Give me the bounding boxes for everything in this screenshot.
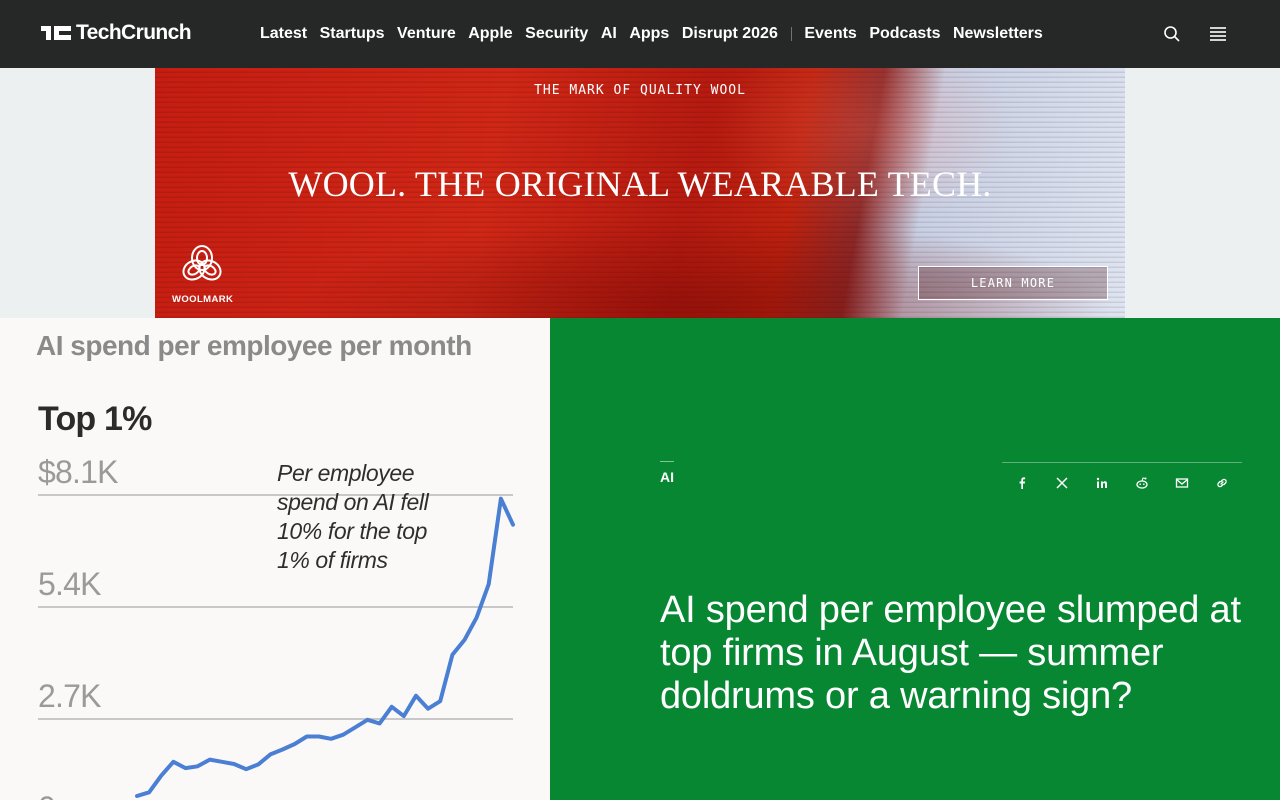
share-bar (1002, 462, 1242, 502)
link-icon[interactable] (1215, 476, 1229, 490)
x-icon[interactable] (1055, 476, 1069, 490)
menu-icon[interactable] (1208, 24, 1228, 44)
hero-article-panel: AI AI spend per employee slumped at top … (550, 318, 1280, 800)
ad-headline: WOOL. THE ORIGINAL WEARABLE TECH. (288, 164, 992, 204)
nav-item-apps[interactable]: Apps (629, 25, 669, 43)
techcrunch-logo[interactable]: TechCrunch (41, 21, 192, 44)
search-icon[interactable] (1162, 24, 1182, 44)
woolmark-icon (182, 245, 222, 281)
linkedin-icon[interactable] (1095, 476, 1109, 490)
chart-title: AI spend per employee per month (36, 330, 472, 361)
nav-item-disrupt[interactable]: Disrupt 2026 (682, 25, 778, 43)
techcrunch-logo-icon (41, 26, 71, 40)
woolmark-ad[interactable]: THE MARK OF QUALITY WOOL WOOL. THE ORIGI… (155, 68, 1125, 318)
nav-item-latest[interactable]: Latest (260, 25, 307, 43)
chart-annotation-line: 1% of firms (277, 547, 389, 573)
woolmark-logo: WOOLMARK (172, 242, 234, 305)
article-headline[interactable]: AI spend per employee slumped at top fir… (660, 589, 1260, 718)
hero-chart-image: AI spend per employee per month Top 1% $… (0, 318, 550, 800)
nav-item-apple[interactable]: Apple (468, 25, 512, 43)
facebook-icon[interactable] (1015, 476, 1029, 490)
nav-item-ai[interactable]: AI (601, 25, 617, 43)
nav-divider (791, 27, 793, 41)
email-icon[interactable] (1175, 476, 1189, 490)
woolmark-brand-text: WOOLMARK (172, 294, 234, 305)
category-link[interactable]: AI (660, 461, 674, 485)
ad-tagline: THE MARK OF QUALITY WOOL (534, 83, 746, 98)
y-tick-label: 5.4K (38, 566, 101, 602)
nav-item-startups[interactable]: Startups (320, 25, 385, 43)
nav-item-venture[interactable]: Venture (397, 25, 456, 43)
y-tick-label: $8.1K (38, 454, 118, 490)
ad-band: THE MARK OF QUALITY WOOL WOOL. THE ORIGI… (0, 68, 1280, 318)
reddit-icon[interactable] (1135, 476, 1149, 490)
y-tick-label: 0 (38, 790, 55, 800)
site-header: TechCrunch Latest Startups Venture Apple… (0, 0, 1280, 68)
nav-item-newsletters[interactable]: Newsletters (953, 25, 1043, 43)
nav-item-events[interactable]: Events (804, 25, 856, 43)
nav-item-security[interactable]: Security (525, 25, 588, 43)
chart-svg: AI spend per employee per month Top 1% $… (36, 330, 515, 800)
y-tick-label: 2.7K (38, 678, 101, 714)
nav-item-podcasts[interactable]: Podcasts (869, 25, 940, 43)
main-nav: Latest Startups Venture Apple Security A… (260, 0, 1055, 68)
logo-text: TechCrunch (76, 21, 192, 44)
chart-subtitle: Top 1% (38, 400, 152, 438)
chart-annotation-line: 10% for the top (277, 518, 428, 544)
chart-annotation-line: Per employee (277, 460, 414, 486)
ad-learn-more-button[interactable]: LEARN MORE (918, 266, 1108, 300)
chart-annotation-line: spend on AI fell (277, 489, 430, 515)
